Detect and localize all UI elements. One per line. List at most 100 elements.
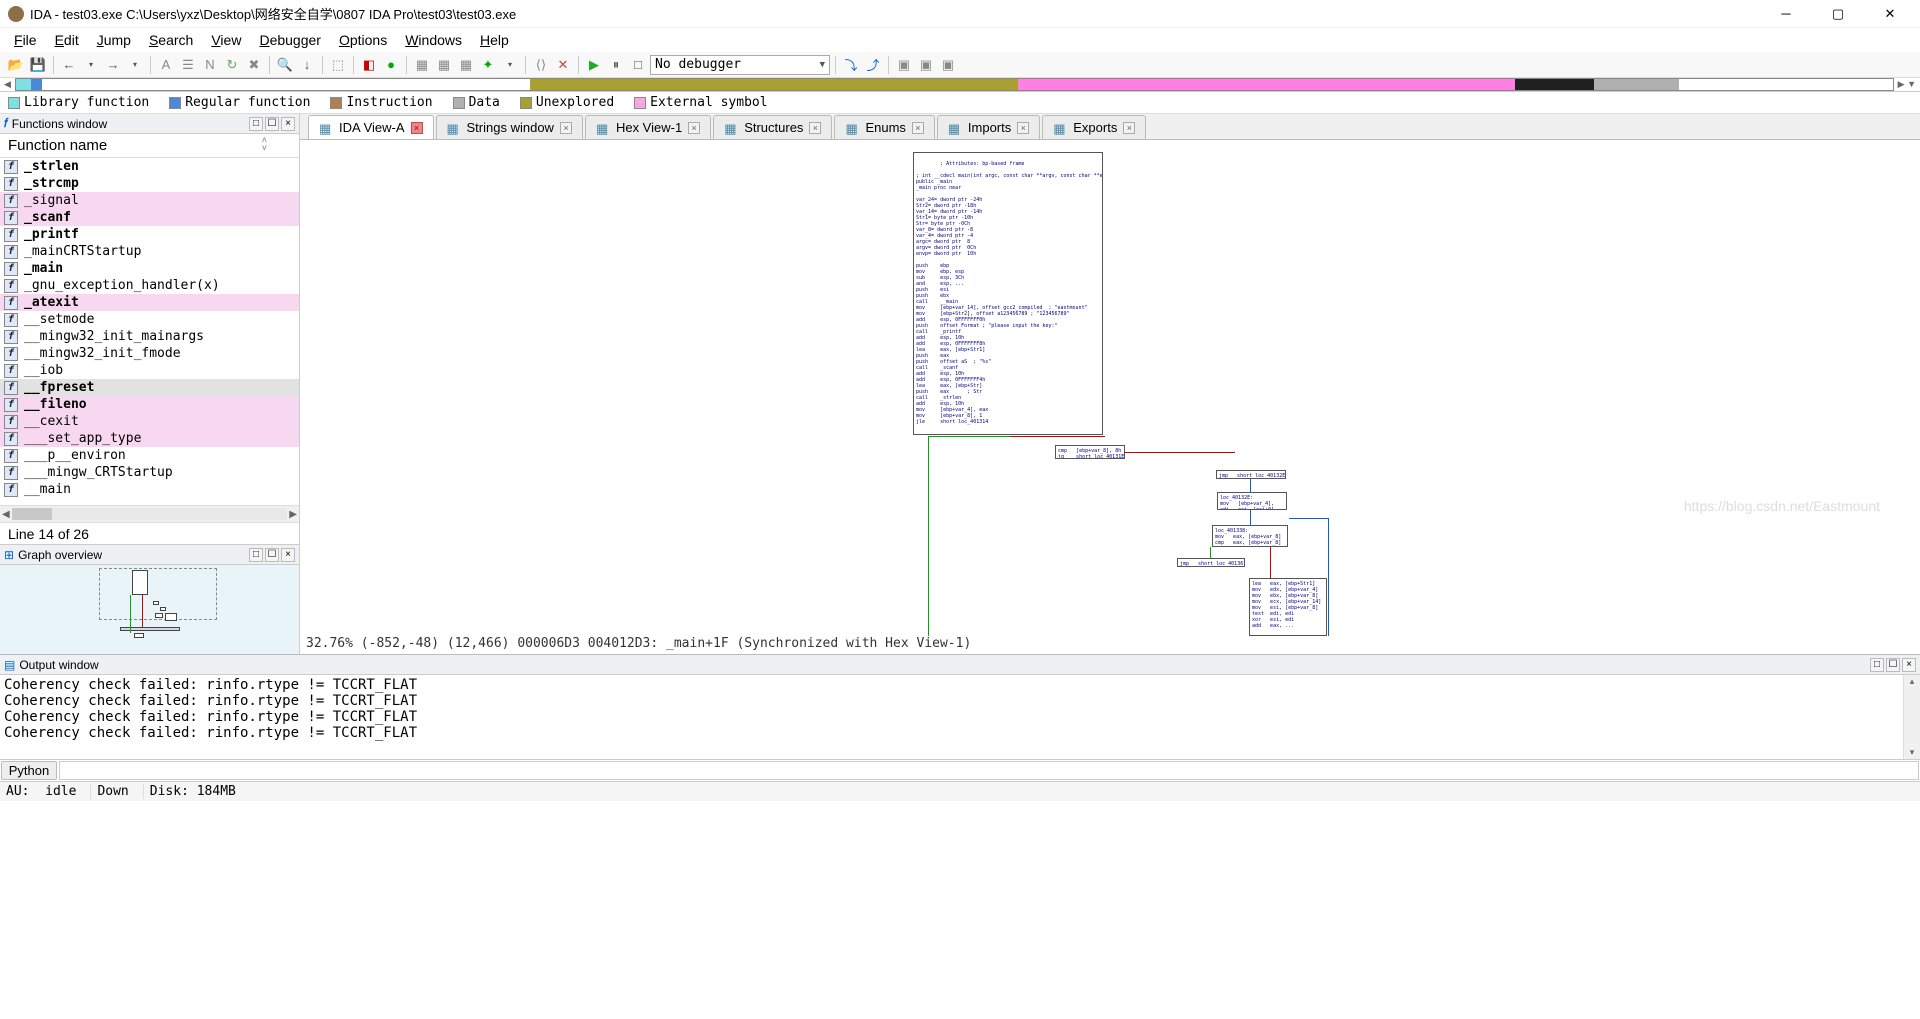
tab-ida-view-a[interactable]: ▦IDA View-A×	[308, 115, 434, 139]
maximize-button[interactable]: ▢	[1822, 4, 1854, 24]
function-row[interactable]: f__main	[0, 481, 299, 498]
tool-c-icon[interactable]: ▣	[938, 55, 958, 75]
function-row[interactable]: f___mingw_CRTStartup	[0, 464, 299, 481]
arrow-down-icon[interactable]: ↓	[297, 55, 317, 75]
text-search-icon[interactable]: A	[156, 55, 176, 75]
function-row[interactable]: f___p__environ	[0, 447, 299, 464]
python-input[interactable]	[59, 761, 1919, 780]
breakpoint-red-icon[interactable]: ◧	[359, 55, 379, 75]
tab-enums[interactable]: ▦Enums×	[834, 115, 934, 139]
function-row[interactable]: f__setmode	[0, 311, 299, 328]
tab-imports[interactable]: ▦Imports×	[937, 115, 1040, 139]
nav-segment[interactable]	[1018, 79, 1515, 90]
functions-hscroll[interactable]: ◀▶	[0, 505, 299, 522]
grid2-icon[interactable]: ▦	[434, 55, 454, 75]
tab-close-button[interactable]: ×	[688, 122, 700, 134]
star-icon[interactable]: ✦	[478, 55, 498, 75]
nav-back-menu[interactable]: ▾	[81, 55, 101, 75]
close-button[interactable]: ✕	[1874, 4, 1906, 24]
function-row[interactable]: f___set_app_type	[0, 430, 299, 447]
nav-segment[interactable]	[42, 79, 530, 90]
function-row[interactable]: f_gnu_exception_handler(x)	[0, 277, 299, 294]
function-row[interactable]: f_strlen	[0, 158, 299, 175]
zoom-icon[interactable]: 🔍	[275, 55, 295, 75]
stop-icon[interactable]: ✖	[244, 55, 264, 75]
nav-segment[interactable]	[1594, 79, 1678, 90]
function-row[interactable]: f_main	[0, 260, 299, 277]
out-min-button[interactable]: □	[1870, 658, 1884, 672]
tab-close-button[interactable]: ×	[411, 122, 423, 134]
menu-jump[interactable]: Jump	[89, 30, 139, 50]
breakpoint-green-icon[interactable]: ●	[381, 55, 401, 75]
graph-node-4[interactable]: loc_401338: mov eax, [ebp+var_8] cmp eax…	[1212, 525, 1288, 547]
tab-close-button[interactable]: ×	[560, 122, 572, 134]
output-scrollbar[interactable]: ▴▾	[1903, 675, 1920, 759]
function-row[interactable]: f_signal	[0, 192, 299, 209]
grid3-icon[interactable]: ▦	[456, 55, 476, 75]
navigation-band[interactable]: ◀ ▶ ▼	[0, 78, 1920, 92]
panel-close-button[interactable]: ×	[281, 117, 295, 131]
code-icon[interactable]: ⟨⟩	[531, 55, 551, 75]
grid1-icon[interactable]: ▦	[412, 55, 432, 75]
go-pop-button[interactable]: ☐	[265, 548, 279, 562]
graph-node-6[interactable]: lea eax, [ebp+Str1] mov edx, [ebp+var_4]…	[1249, 578, 1327, 636]
function-row[interactable]: f__fileno	[0, 396, 299, 413]
tab-structures[interactable]: ▦Structures×	[713, 115, 832, 139]
binary-search-icon[interactable]: ☰	[178, 55, 198, 75]
python-label[interactable]: Python	[1, 761, 57, 780]
nav-segment[interactable]	[530, 79, 1018, 90]
dropdown-icon[interactable]: ▾	[500, 55, 520, 75]
menu-file[interactable]: File	[6, 30, 45, 50]
out-close-button[interactable]: ×	[1902, 658, 1916, 672]
functions-list[interactable]: f_strlenf_strcmpf_signalf_scanff_printff…	[0, 158, 299, 505]
nav-segment[interactable]	[31, 79, 42, 90]
debugger-select[interactable]: No debugger▼	[650, 55, 830, 75]
go-min-button[interactable]: □	[249, 548, 263, 562]
menu-debugger[interactable]: Debugger	[251, 30, 329, 50]
nav-fwd-menu[interactable]: ▾	[125, 55, 145, 75]
function-row[interactable]: f__mingw32_init_fmode	[0, 345, 299, 362]
stop-button[interactable]: □	[628, 55, 648, 75]
minimize-button[interactable]: ─	[1770, 4, 1802, 24]
nav-segment[interactable]	[16, 79, 31, 90]
tab-hex-view-1[interactable]: ▦Hex View-1×	[585, 115, 711, 139]
cancel-icon[interactable]: ✕	[553, 55, 573, 75]
run-button[interactable]: ▶	[584, 55, 604, 75]
function-row[interactable]: f_mainCRTStartup	[0, 243, 299, 260]
graph-overview-canvas[interactable]	[0, 565, 299, 654]
ida-view-canvas[interactable]: ; Attributes: bp-based frame ; int __cde…	[300, 140, 1920, 654]
function-row[interactable]: f__mingw32_init_mainargs	[0, 328, 299, 345]
menu-search[interactable]: Search	[141, 30, 201, 50]
out-pop-button[interactable]: ☐	[1886, 658, 1900, 672]
save-button[interactable]: 💾	[28, 55, 48, 75]
step-over-icon[interactable]: ⤴	[863, 55, 883, 75]
tab-close-button[interactable]: ×	[1123, 122, 1135, 134]
function-row[interactable]: f__cexit	[0, 413, 299, 430]
menu-help[interactable]: Help	[472, 30, 517, 50]
tool-a-icon[interactable]: ▣	[894, 55, 914, 75]
function-row[interactable]: f_printf	[0, 226, 299, 243]
function-row[interactable]: f__fpreset	[0, 379, 299, 396]
open-button[interactable]: 📂	[6, 55, 26, 75]
nav-segment[interactable]	[1515, 79, 1594, 90]
functions-column-header[interactable]: Function name ˄˅	[0, 134, 299, 158]
function-row[interactable]: f_scanf	[0, 209, 299, 226]
step-into-icon[interactable]: ⤵	[841, 55, 861, 75]
nav-back-button[interactable]: ←	[59, 55, 79, 75]
function-row[interactable]: f_atexit	[0, 294, 299, 311]
panel-pop-button[interactable]: ☐	[265, 117, 279, 131]
graph-node-main[interactable]: ; Attributes: bp-based frame ; int __cde…	[913, 152, 1103, 435]
graph-node-2[interactable]: jmp short loc_40132E	[1216, 470, 1286, 479]
go-close-button[interactable]: ×	[281, 548, 295, 562]
panel-min-button[interactable]: □	[249, 117, 263, 131]
search-next-icon[interactable]: N	[200, 55, 220, 75]
menu-edit[interactable]: Edit	[47, 30, 87, 50]
tab-strings-window[interactable]: ▦Strings window×	[436, 115, 583, 139]
graph-node-5[interactable]: jmp short loc_401367	[1177, 558, 1245, 567]
function-row[interactable]: f__iob	[0, 362, 299, 379]
tab-close-button[interactable]: ×	[1017, 122, 1029, 134]
output-text[interactable]: Coherency check failed: rinfo.rtype != T…	[0, 675, 1903, 759]
tool-b-icon[interactable]: ▣	[916, 55, 936, 75]
tab-close-button[interactable]: ×	[912, 122, 924, 134]
toggle-icon[interactable]: ⬚	[328, 55, 348, 75]
